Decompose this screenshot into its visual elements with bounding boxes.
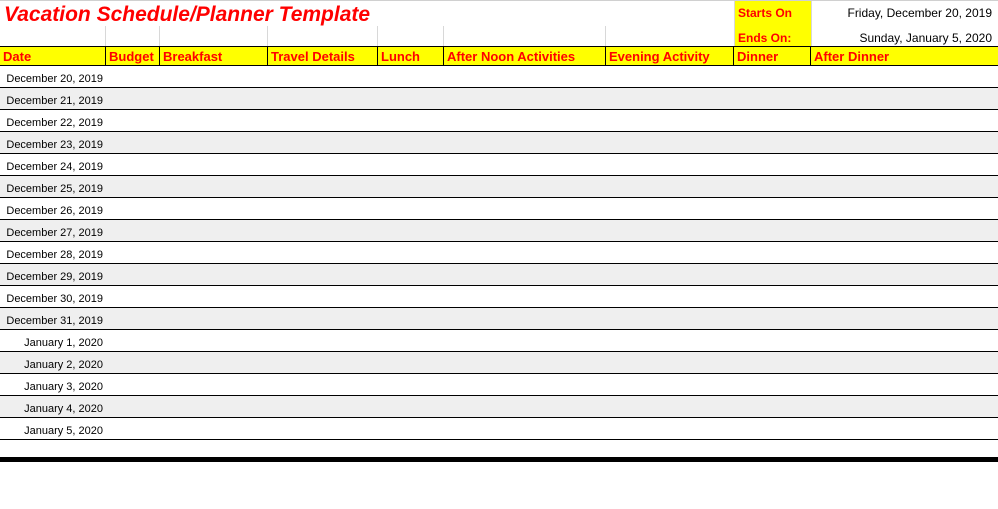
table-row[interactable]: December 20, 2019	[0, 66, 998, 88]
cell-rest[interactable]	[106, 286, 998, 307]
header-spacer	[0, 26, 735, 46]
table-row[interactable]: December 23, 2019	[0, 132, 998, 154]
cell-date[interactable]: December 25, 2019	[0, 176, 106, 197]
cell-date[interactable]: December 21, 2019	[0, 88, 106, 109]
ends-on-value[interactable]: Sunday, January 5, 2020	[812, 26, 998, 46]
cell-rest[interactable]	[106, 418, 998, 439]
table-row[interactable]: December 21, 2019	[0, 88, 998, 110]
col-header-evening: Evening Activity	[606, 47, 734, 65]
cell-date[interactable]: January 2, 2020	[0, 352, 106, 373]
table-row[interactable]: December 28, 2019	[0, 242, 998, 264]
cell-rest[interactable]	[106, 374, 998, 395]
spreadsheet-template: Vacation Schedule/Planner Template Start…	[0, 0, 998, 462]
cell-date[interactable]: December 20, 2019	[0, 66, 106, 87]
cell-date[interactable]: January 5, 2020	[0, 418, 106, 439]
header-row-1: Vacation Schedule/Planner Template Start…	[0, 0, 998, 26]
cell-date[interactable]: December 29, 2019	[0, 264, 106, 285]
table-row[interactable]: December 27, 2019	[0, 220, 998, 242]
cell-date[interactable]: December 30, 2019	[0, 286, 106, 307]
table-row[interactable]: December 25, 2019	[0, 176, 998, 198]
cell-date[interactable]: December 28, 2019	[0, 242, 106, 263]
header-row-2: Ends On: Sunday, January 5, 2020	[0, 26, 998, 46]
col-header-breakfast: Breakfast	[160, 47, 268, 65]
cell-rest[interactable]	[106, 132, 998, 153]
page-title: Vacation Schedule/Planner Template	[0, 1, 735, 26]
cell-rest[interactable]	[106, 154, 998, 175]
cell-date[interactable]: January 4, 2020	[0, 396, 106, 417]
starts-on-value[interactable]: Friday, December 20, 2019	[812, 1, 998, 26]
cell-date[interactable]: January 3, 2020	[0, 374, 106, 395]
cell-date[interactable]: December 31, 2019	[0, 308, 106, 329]
ends-on-label: Ends On:	[735, 26, 812, 46]
cell-rest[interactable]	[106, 198, 998, 219]
cell-rest[interactable]	[106, 330, 998, 351]
starts-on-label: Starts On	[735, 1, 812, 26]
table-row[interactable]: January 4, 2020	[0, 396, 998, 418]
cell-rest[interactable]	[106, 220, 998, 241]
rows-container: December 20, 2019December 21, 2019Decemb…	[0, 66, 998, 440]
table-row[interactable]: December 29, 2019	[0, 264, 998, 286]
table-row[interactable]: December 22, 2019	[0, 110, 998, 132]
cell-date[interactable]: December 23, 2019	[0, 132, 106, 153]
table-row[interactable]: December 30, 2019	[0, 286, 998, 308]
col-header-lunch: Lunch	[378, 47, 444, 65]
cell-rest[interactable]	[106, 352, 998, 373]
column-header-row: Date Budget Breakfast Travel Details Lun…	[0, 46, 998, 66]
cell-date[interactable]: January 1, 2020	[0, 330, 106, 351]
cell-rest[interactable]	[106, 88, 998, 109]
cell-rest[interactable]	[106, 176, 998, 197]
table-row[interactable]: December 24, 2019	[0, 154, 998, 176]
cell-rest[interactable]	[106, 242, 998, 263]
footer-bar	[0, 458, 998, 462]
col-header-date: Date	[0, 47, 106, 65]
blank-row[interactable]	[0, 440, 998, 458]
cell-rest[interactable]	[106, 396, 998, 417]
cell-rest[interactable]	[106, 66, 998, 87]
col-header-budget: Budget	[106, 47, 160, 65]
cell-rest[interactable]	[106, 264, 998, 285]
table-row[interactable]: January 1, 2020	[0, 330, 998, 352]
table-row[interactable]: December 31, 2019	[0, 308, 998, 330]
table-row[interactable]: December 26, 2019	[0, 198, 998, 220]
cell-date[interactable]: December 26, 2019	[0, 198, 106, 219]
table-row[interactable]: January 5, 2020	[0, 418, 998, 440]
cell-date[interactable]: December 24, 2019	[0, 154, 106, 175]
table-row[interactable]: January 3, 2020	[0, 374, 998, 396]
col-header-afterdinner: After Dinner	[811, 47, 998, 65]
col-header-afternoon: After Noon Activities	[444, 47, 606, 65]
cell-date[interactable]: December 22, 2019	[0, 110, 106, 131]
table-row[interactable]: January 2, 2020	[0, 352, 998, 374]
col-header-dinner: Dinner	[734, 47, 811, 65]
cell-rest[interactable]	[106, 308, 998, 329]
cell-rest[interactable]	[106, 110, 998, 131]
col-header-travel: Travel Details	[268, 47, 378, 65]
cell-date[interactable]: December 27, 2019	[0, 220, 106, 241]
